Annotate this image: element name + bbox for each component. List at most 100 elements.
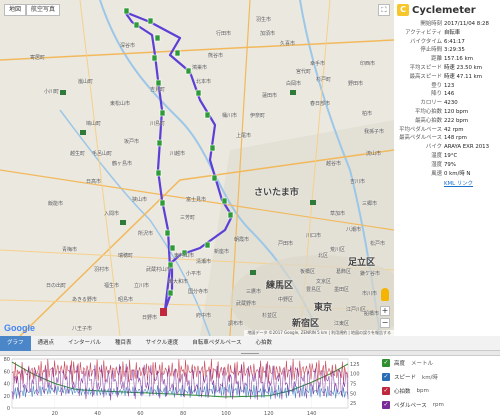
y-tick-label: 20 xyxy=(4,394,10,400)
stat-label: アクティビティ xyxy=(405,29,442,36)
legend-label-altitude: 高度 xyxy=(394,361,406,367)
city-label-shiraoka: 白岡市 xyxy=(286,81,302,87)
stat-row: 平均心拍数 120 bpm xyxy=(394,108,500,116)
city-label-niiza: 新座市 xyxy=(214,249,230,255)
route-map[interactable]: 地図 航空写真 ⛶ さいたま市 練馬区 東京 新宿区 足立区 川越市 八王子市 … xyxy=(0,0,394,336)
city-label-fuchu: 府中市 xyxy=(196,313,212,319)
y-tick-label: 0 xyxy=(7,406,10,412)
legend-label-cadence: ペダルペース xyxy=(394,403,427,409)
stat-label: バイクタイム xyxy=(410,38,442,45)
city-label-kokubunji: 国分寺市 xyxy=(188,289,209,295)
legend-item-speed[interactable]: ✓ スピード km/時 xyxy=(382,372,438,382)
legend-unit-heart-rate: bpm xyxy=(416,388,429,394)
city-label-kashiwa: 柏市 xyxy=(362,111,373,117)
city-label-hamura: 羽村市 xyxy=(94,267,110,273)
cyclemeter-icon: C xyxy=(397,4,409,16)
stat-value: 120 bpm xyxy=(444,109,469,115)
stat-label: 最高スピード xyxy=(409,73,442,80)
tab-splits[interactable]: 種目表 xyxy=(108,336,139,351)
legend-unit-cadence: rpm xyxy=(432,402,444,408)
tab-bike-cadence[interactable]: 自転車ペダルペース xyxy=(185,336,248,351)
zoom-in-button[interactable]: + xyxy=(380,306,390,316)
stat-row: バイクタイム 6:41:17 xyxy=(394,38,500,46)
city-label-abiko: 我孫子市 xyxy=(364,129,385,135)
stat-row: アクティビティ 自転車 xyxy=(394,29,500,37)
stat-value: 0 km/時 N xyxy=(444,170,471,177)
stat-label: 平均スピード xyxy=(409,65,442,71)
city-label-ina: 伊奈町 xyxy=(250,113,266,119)
stat-value: 4230 xyxy=(444,100,458,107)
map-type-map-tab[interactable]: 地図 xyxy=(4,4,27,16)
ride-summary-panel: C Cyclemeter 開始時刻 2017/11/04 8:28 アクティビティ自… xyxy=(394,0,500,336)
city-label-kawajima: 川島町 xyxy=(150,121,166,127)
city-label-sayama: 狭山市 xyxy=(132,197,148,203)
tab-cycle-speed[interactable]: サイクル速度 xyxy=(139,336,186,351)
city-label-hanyu: 羽生市 xyxy=(256,17,272,23)
city-label-tokyo: 東京 xyxy=(314,303,333,313)
tab-heart-rate[interactable]: 心拍数 xyxy=(248,336,279,351)
app-logo: C Cyclemeter xyxy=(397,3,476,17)
stat-value: ARAYA EXR 2013 xyxy=(444,144,490,151)
app-name: Cyclemeter xyxy=(412,4,476,16)
legend-item-altitude[interactable]: ✓ 高度 メートル xyxy=(382,358,433,368)
cadence-checkbox[interactable]: ✓ xyxy=(382,401,390,409)
city-label-okegawa: 桶川市 xyxy=(222,113,238,119)
city-label-hino: 日野市 xyxy=(142,315,158,321)
zoom-out-button[interactable]: − xyxy=(380,318,390,328)
city-label-mizuho: 瑞穂町 xyxy=(118,253,134,259)
tab-intervals[interactable]: インターバル xyxy=(61,336,108,351)
city-label-hachioji: 八王子市 xyxy=(72,326,93,332)
city-label-funabashi: 船橋市 xyxy=(364,311,380,317)
altitude-checkbox[interactable]: ✓ xyxy=(382,359,390,367)
city-label-yashio: 八潮市 xyxy=(346,227,362,233)
city-label-ogawa: 小川町 xyxy=(44,89,60,95)
legend-item-heart-rate[interactable]: ✓ 心拍数 bpm xyxy=(382,386,429,396)
x-tick-label: 100 xyxy=(221,411,231,417)
kml-link[interactable]: KML リンク xyxy=(444,179,473,187)
city-label-fukaya: 深谷市 xyxy=(120,43,136,49)
city-label-koto: 江東区 xyxy=(334,321,350,327)
stat-value: 2017/11/04 8:28 xyxy=(444,21,489,27)
stat-row: 風速 0 km/時 N xyxy=(394,170,500,178)
stat-label: 降り xyxy=(431,91,442,98)
city-label-iruma: 入間市 xyxy=(104,211,120,217)
stat-row: 開始時刻 2017/11/04 8:28 xyxy=(394,20,500,28)
stat-value: 時速 23.50 km xyxy=(444,65,483,71)
city-label-kamagaya: 鎌ケ谷市 xyxy=(360,271,381,277)
stat-row: 平均ペダルペース 42 rpm xyxy=(394,126,500,134)
city-label-kazo: 加須市 xyxy=(260,31,276,37)
city-label-edogawa: 江戸川区 xyxy=(346,307,367,313)
street-view-pegman-icon[interactable] xyxy=(381,288,389,301)
city-label-higashiyamato: 東大和市 xyxy=(168,279,189,285)
x-tick-label: 20 xyxy=(52,411,58,417)
city-label-kuki: 久喜市 xyxy=(280,41,296,47)
city-label-sumida: 墨田区 xyxy=(334,287,350,293)
stat-row: 停止時間 3:29:35 xyxy=(394,46,500,54)
speed-checkbox[interactable]: ✓ xyxy=(382,373,390,381)
legend-label-heart-rate: 心拍数 xyxy=(394,389,411,395)
legend-item-cadence[interactable]: ✓ ペダルペース rpm xyxy=(382,400,444,410)
x-tick-label: 80 xyxy=(180,411,186,417)
tab-waypoints[interactable]: 通過点 xyxy=(31,336,62,351)
city-label-koshigaya: 越谷市 xyxy=(326,161,342,167)
fullscreen-icon[interactable]: ⛶ xyxy=(378,4,390,16)
city-label-moroyama: 毛呂山町 xyxy=(92,151,113,157)
stat-value: 157.16 km xyxy=(444,56,473,63)
stat-label: 登り xyxy=(431,82,442,89)
tab-graph[interactable]: グラフ xyxy=(0,336,31,351)
view-tab-bar: グラフ 通過点 インターバル 種目表 サイクル速度 自転車ペダルペース 心拍数 xyxy=(0,336,500,351)
city-label-kita: 北区 xyxy=(318,253,329,259)
city-label-hatoyama: 鳩山町 xyxy=(86,121,102,127)
stat-row: 温度 19°C xyxy=(394,152,500,160)
x-tick-label: 140 xyxy=(307,411,317,417)
city-label-bunkyo: 文京区 xyxy=(316,279,332,285)
heart-rate-checkbox[interactable]: ✓ xyxy=(382,387,390,395)
map-type-satellite-tab[interactable]: 航空写真 xyxy=(26,4,61,16)
stat-value: 222 bpm xyxy=(444,117,469,124)
x-tick-label: 40 xyxy=(94,411,100,417)
city-label-kawagoe: 川越市 xyxy=(170,151,186,157)
city-label-kumagaya: 熊谷市 xyxy=(208,53,224,59)
stat-value: 19°C xyxy=(444,153,458,159)
stat-row: 最高心拍数 222 bpm xyxy=(394,117,500,125)
city-label-ogose: 越生町 xyxy=(70,151,86,157)
